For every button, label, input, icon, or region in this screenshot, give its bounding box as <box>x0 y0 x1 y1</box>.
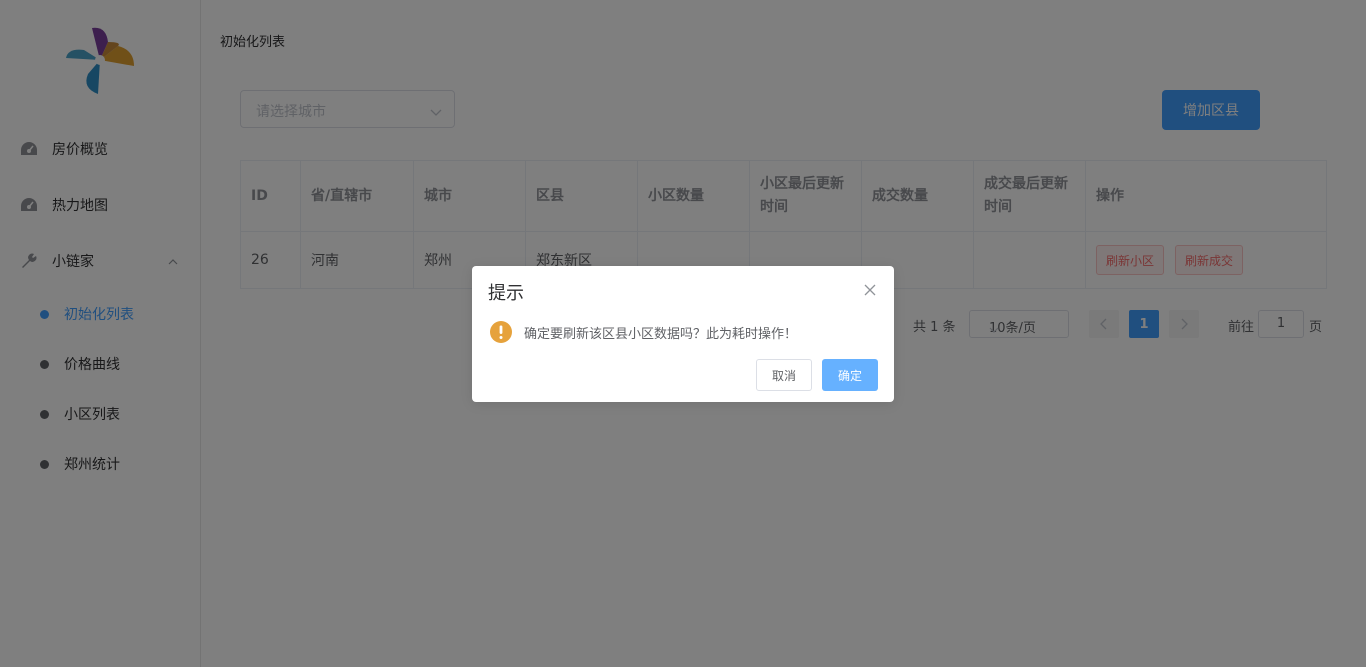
dialog-message: 确定要刷新该区县小区数据吗？此为耗时操作！ <box>524 327 798 342</box>
confirm-button[interactable]: 确定 <box>822 359 878 391</box>
cancel-button[interactable]: 取消 <box>756 359 812 391</box>
confirm-dialog: 提示 确定要刷新该区县小区数据吗？此为耗时操作！ 取消 确定 <box>472 266 894 402</box>
warning-icon <box>490 321 512 343</box>
dialog-title: 提示 <box>488 283 524 304</box>
close-icon[interactable] <box>863 283 877 297</box>
